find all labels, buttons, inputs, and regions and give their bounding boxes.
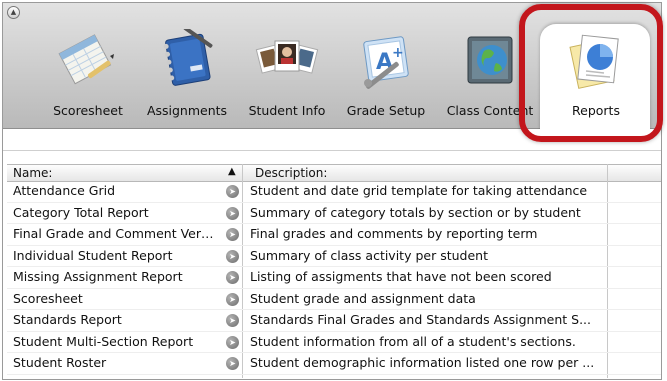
- report-name: Student Multi-Section Report: [13, 333, 194, 349]
- report-name: Final Grade and Comment Ver…: [13, 226, 214, 241]
- report-description: Student grade and assignment data: [250, 290, 476, 306]
- toolbar-label-grade-setup: Grade Setup: [346, 103, 426, 118]
- go-arrow-icon[interactable]: ➤: [226, 271, 239, 284]
- table-row[interactable]: Category Total Report ➤ Summary of categ…: [7, 203, 661, 224]
- collapse-toolbar-button[interactable]: ▲: [7, 6, 20, 19]
- report-name: Category Total Report: [13, 204, 149, 220]
- report-description: Standards Final Grades and Standards Ass…: [250, 312, 591, 327]
- report-name: Attendance Grid: [13, 183, 116, 198]
- report-name: Standards Report: [13, 312, 122, 327]
- column-header-name[interactable]: Name:: [13, 166, 52, 180]
- globe-icon: [467, 36, 513, 84]
- report-description: Final grades and comments by reporting t…: [250, 226, 538, 241]
- table-row[interactable]: Missing Assignment Report ➤ Listing of a…: [7, 267, 661, 289]
- toolbar-item-grade-setup[interactable]: A + Grade Setup: [341, 21, 431, 131]
- toolbar-item-scoresheet[interactable]: Scoresheet: [43, 21, 133, 131]
- report-name: Scoresheet: [13, 290, 83, 306]
- report-description: Listing of assigments that have not been…: [250, 269, 552, 284]
- column-header-description[interactable]: Description:: [255, 166, 327, 180]
- table-row[interactable]: Attendance Grid ➤ Student and date grid …: [7, 181, 661, 203]
- toolbar-label-assignments: Assignments: [146, 103, 228, 118]
- toolbar-item-assignments[interactable]: Assignments: [139, 21, 235, 131]
- report-description: Student demographic information listed o…: [250, 355, 595, 370]
- svg-text:+: +: [392, 45, 404, 61]
- table-row[interactable]: Standards Report ➤ Standards Final Grade…: [7, 310, 661, 332]
- toolbar-label-student-info: Student Info: [248, 103, 326, 118]
- report-description: Student and date grid template for takin…: [250, 183, 588, 198]
- go-arrow-icon[interactable]: ➤: [226, 185, 239, 198]
- report-description: Summary of class activity per student: [250, 247, 488, 263]
- reports-highlight-annotation: [519, 4, 663, 142]
- report-list-header: Name: ▲ Description:: [7, 164, 661, 182]
- go-arrow-icon[interactable]: ➤: [226, 357, 239, 370]
- report-list: Attendance Grid ➤ Student and date grid …: [7, 181, 661, 375]
- scoresheet-icon: [58, 34, 114, 85]
- go-arrow-icon[interactable]: ➤: [226, 228, 239, 241]
- sort-ascending-icon[interactable]: ▲: [228, 166, 236, 177]
- table-row[interactable]: Student Roster ➤ Student demographic inf…: [7, 353, 661, 375]
- go-arrow-icon[interactable]: ➤: [226, 206, 239, 220]
- go-arrow-icon[interactable]: ➤: [226, 249, 239, 263]
- table-row[interactable]: Scoresheet ➤ Student grade and assignmen…: [7, 289, 661, 310]
- go-arrow-icon[interactable]: ➤: [226, 314, 239, 327]
- table-row[interactable]: Individual Student Report ➤ Summary of c…: [7, 246, 661, 267]
- student-photos-icon: [255, 40, 319, 74]
- report-name: Missing Assignment Report: [13, 269, 183, 284]
- gradebook-window: ▲ Scoresheet Assignments Student Info A …: [2, 2, 663, 380]
- grade-setup-icon: A +: [363, 36, 409, 89]
- report-name: Individual Student Report: [13, 247, 173, 263]
- toolbar-item-student-info[interactable]: Student Info: [241, 21, 333, 131]
- notebook-icon: [163, 29, 213, 86]
- table-row[interactable]: Student Multi-Section Report ➤ Student i…: [7, 332, 661, 353]
- toolbar-label-scoresheet: Scoresheet: [53, 103, 123, 118]
- go-arrow-icon[interactable]: ➤: [226, 292, 239, 306]
- report-name: Student Roster: [13, 355, 107, 370]
- report-description: Student information from all of a studen…: [250, 333, 576, 349]
- report-description: Summary of category totals by section or…: [250, 204, 581, 220]
- table-row[interactable]: Final Grade and Comment Ver… ➤ Final gra…: [7, 224, 661, 246]
- go-arrow-icon[interactable]: ➤: [226, 335, 239, 349]
